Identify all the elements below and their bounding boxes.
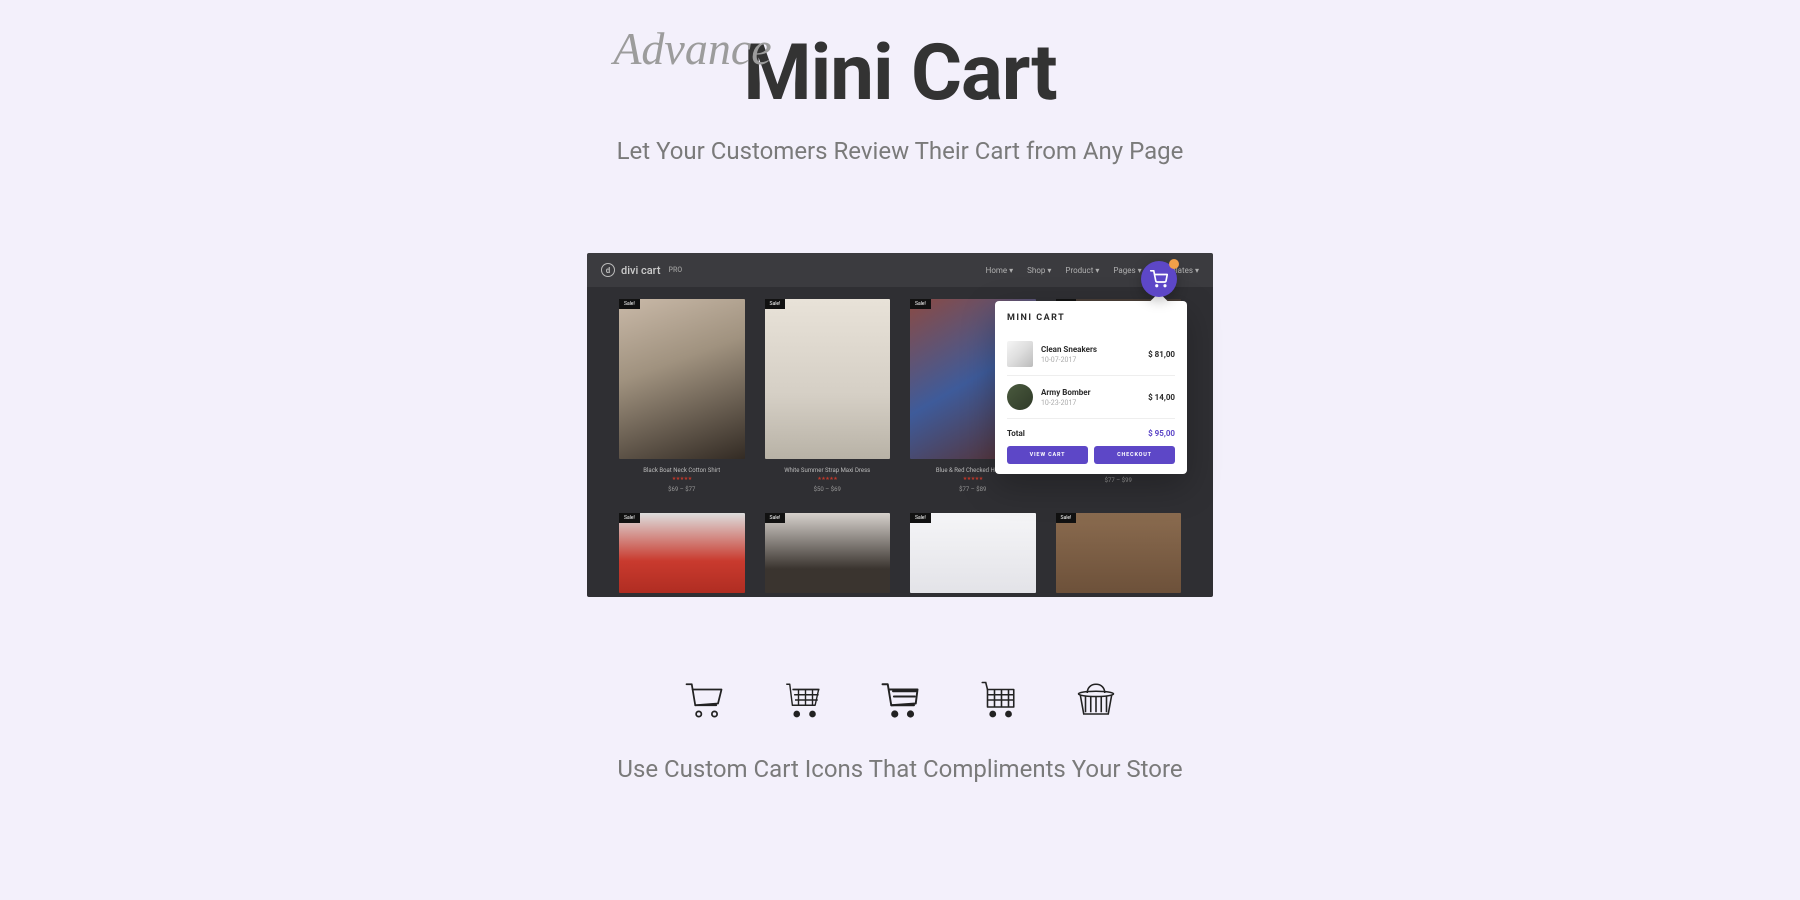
product-image — [765, 513, 891, 593]
nav-item[interactable]: Product ▾ — [1065, 266, 1099, 275]
product-card[interactable]: Sale! — [765, 513, 891, 593]
cart-basket-grid-icon — [977, 679, 1019, 725]
basket-icon — [1075, 679, 1117, 725]
hero-title: Mini Cart — [743, 28, 1056, 119]
cart-item[interactable]: Clean Sneakers 10-07-2017 $ 81,00 — [1007, 333, 1175, 376]
logo-sup: PRO — [669, 266, 683, 274]
cart-fab-button[interactable] — [1141, 261, 1177, 297]
mini-cart-title: MINI CART — [1007, 313, 1175, 323]
product-card[interactable]: Sale! — [910, 513, 1036, 593]
hero-subtitle: Let Your Customers Review Their Cart fro… — [0, 137, 1800, 165]
checkout-button[interactable]: CHECKOUT — [1094, 446, 1175, 464]
mini-cart-popover: MINI CART Clean Sneakers 10-07-2017 $ 81… — [995, 301, 1187, 474]
cart-icon — [1150, 270, 1168, 288]
icons-caption: Use Custom Cart Icons That Compliments Y… — [0, 755, 1800, 783]
nav-item[interactable]: Shop ▾ — [1027, 266, 1051, 275]
cart-grid-icon — [781, 679, 823, 725]
product-price: $77 – $89 — [910, 486, 1036, 493]
view-cart-button[interactable]: VIEW CART — [1007, 446, 1088, 464]
product-title: White Summer Strap Maxi Dress — [765, 467, 891, 474]
cart-item-name: Army Bomber — [1041, 388, 1140, 397]
product-card[interactable]: Sale! White Summer Strap Maxi Dress ★★★★… — [765, 299, 891, 493]
cart-item[interactable]: Army Bomber 10-23-2017 $ 14,00 — [1007, 376, 1175, 419]
sale-badge: Sale! — [619, 299, 640, 309]
product-card[interactable]: Sale! — [1056, 513, 1182, 593]
cart-total-label: Total — [1007, 429, 1025, 438]
cart-item-date: 10-07-2017 — [1041, 356, 1140, 364]
sale-badge: Sale! — [910, 513, 931, 523]
product-image — [619, 513, 745, 593]
star-rating-icon: ★★★★★ — [765, 476, 891, 482]
cart-item-image — [1007, 384, 1033, 410]
sale-badge: Sale! — [619, 513, 640, 523]
product-image — [1056, 513, 1182, 593]
cart-total-value: $ 95,00 — [1148, 429, 1175, 438]
sale-badge: Sale! — [765, 299, 786, 309]
product-image — [765, 299, 891, 459]
cart-badge — [1169, 259, 1179, 269]
product-price: $77 – $99 — [1056, 477, 1182, 484]
product-price: $69 – $77 — [619, 486, 745, 493]
logo-mark-icon: d — [601, 263, 615, 277]
product-title: Black Boat Neck Cotton Shirt — [619, 467, 745, 474]
sale-badge: Sale! — [765, 513, 786, 523]
nav-item[interactable]: Home ▾ — [986, 266, 1014, 275]
product-image — [619, 299, 745, 459]
cart-outline-icon — [683, 679, 725, 725]
product-card[interactable]: Sale! — [619, 513, 745, 593]
cart-item-image — [1007, 341, 1033, 367]
cart-item-price: $ 14,00 — [1148, 393, 1175, 402]
cart-simple-icon — [879, 679, 921, 725]
product-card[interactable]: Sale! Black Boat Neck Cotton Shirt ★★★★★… — [619, 299, 745, 493]
cart-item-name: Clean Sneakers — [1041, 345, 1140, 354]
cart-icons-row — [0, 679, 1800, 725]
hero-script-text: Advance — [613, 22, 771, 75]
cart-item-date: 10-23-2017 — [1041, 399, 1140, 407]
logo-text: divi cart — [621, 264, 661, 277]
star-rating-icon: ★★★★★ — [910, 476, 1036, 482]
sale-badge: Sale! — [910, 299, 931, 309]
cart-item-price: $ 81,00 — [1148, 350, 1175, 359]
nav-item[interactable]: Pages ▾ — [1113, 266, 1141, 275]
product-price: $50 – $69 — [765, 486, 891, 493]
mockup-logo: d divi cart PRO — [601, 263, 682, 277]
product-image — [910, 513, 1036, 593]
product-page-mockup: d divi cart PRO Home ▾ Shop ▾ Product ▾ P… — [587, 253, 1213, 597]
star-rating-icon: ★★★★★ — [619, 476, 745, 482]
sale-badge: Sale! — [1056, 513, 1077, 523]
